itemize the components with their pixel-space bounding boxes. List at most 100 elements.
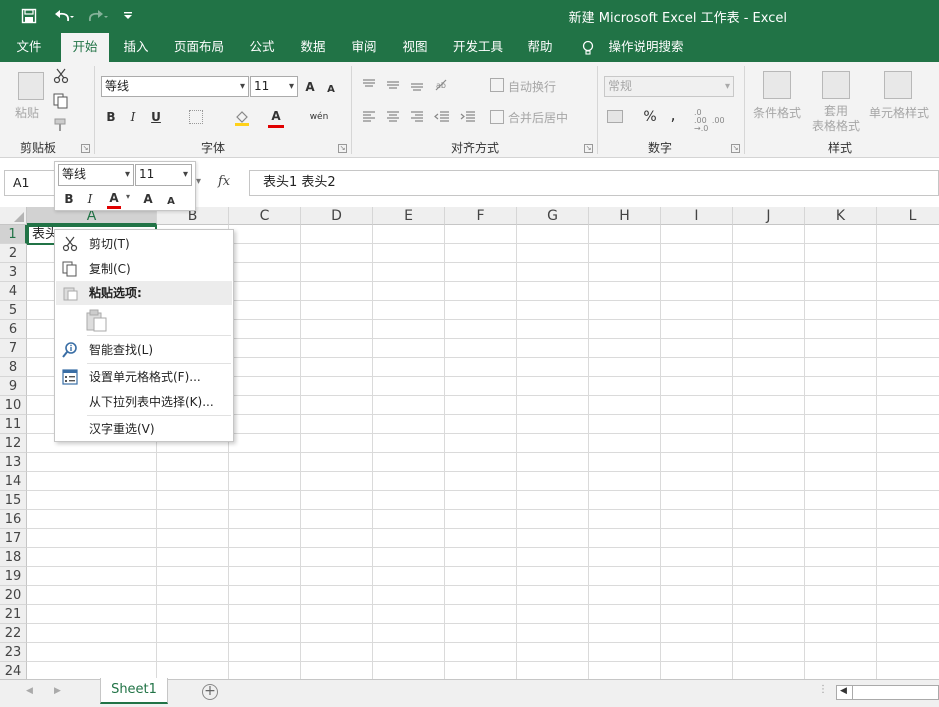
row-header-22[interactable]: 22 [0, 624, 27, 643]
column-header-g[interactable]: G [517, 207, 589, 225]
font-name-combo[interactable]: 等线 ▾ [101, 76, 249, 97]
shrink-font-button[interactable]: A [324, 79, 338, 99]
mini-font-color-button[interactable]: A [107, 188, 121, 208]
row-header-20[interactable]: 20 [0, 586, 27, 605]
row-header-7[interactable]: 7 [0, 339, 27, 358]
menu-item-copy[interactable]: 复制(C) [56, 257, 232, 281]
bold-button[interactable]: B [103, 107, 119, 127]
paste-button[interactable]: 粘贴 [15, 104, 39, 121]
merge-center-button[interactable]: 合并后居中 [508, 109, 568, 126]
row-header-4[interactable]: 4 [0, 282, 27, 301]
row-header-8[interactable]: 8 [0, 358, 27, 377]
clipboard-launcher-icon[interactable]: ↘ [81, 144, 90, 153]
column-header-k[interactable]: K [805, 207, 877, 225]
column-header-f[interactable]: F [445, 207, 517, 225]
row-header-6[interactable]: 6 [0, 320, 27, 339]
column-header-j[interactable]: J [733, 207, 805, 225]
menu-item-reconvert[interactable]: 汉字重选(V) [56, 417, 232, 441]
column-header-l[interactable]: L [877, 207, 939, 225]
tab-file[interactable]: 文件 [6, 33, 52, 62]
row-header-9[interactable]: 9 [0, 377, 27, 396]
fill-color-icon[interactable] [233, 108, 251, 126]
number-launcher-icon[interactable]: ↘ [731, 144, 740, 153]
italic-button[interactable]: I [126, 107, 140, 127]
row-header-15[interactable]: 15 [0, 491, 27, 510]
menu-item-smart-lookup[interactable]: 智能查找(L) [56, 338, 232, 362]
column-header-c[interactable]: C [229, 207, 301, 225]
tab-help[interactable]: 帮助 [518, 33, 562, 62]
comma-button[interactable]: , [666, 104, 680, 124]
cell-styles-icon[interactable] [884, 71, 912, 99]
row-header-1[interactable]: 1 [0, 225, 27, 244]
horizontal-align-icons[interactable] [362, 110, 482, 124]
formula-input[interactable]: 表头1 表头2 [249, 170, 939, 196]
number-format-combo[interactable]: 常规 ▾ [604, 76, 734, 97]
font-size-combo[interactable]: 11 ▾ [250, 76, 298, 97]
tab-view[interactable]: 视图 [393, 33, 437, 62]
cut-icon[interactable] [53, 68, 69, 84]
chevron-down-icon[interactable]: ▾ [196, 176, 201, 187]
format-painter-icon[interactable] [53, 117, 69, 133]
copy-icon[interactable] [53, 93, 69, 109]
decimal-buttons[interactable]: .0.00 .00 →.0 [694, 108, 734, 133]
font-color-button[interactable]: A [268, 106, 284, 126]
mini-size-combo[interactable]: 11 ▾ [135, 164, 192, 186]
menu-item-cut[interactable]: 剪切(T) [56, 232, 232, 256]
row-header-13[interactable]: 13 [0, 453, 27, 472]
row-header-18[interactable]: 18 [0, 548, 27, 567]
tab-home[interactable]: 开始 [61, 33, 109, 62]
mini-font-combo[interactable]: 等线 ▾ [58, 164, 134, 186]
column-header-d[interactable]: D [301, 207, 373, 225]
alignment-launcher-icon[interactable]: ↘ [584, 144, 593, 153]
name-box[interactable]: A1 [4, 170, 58, 196]
font-launcher-icon[interactable]: ↘ [338, 144, 347, 153]
format-table-icon[interactable] [822, 71, 850, 99]
grow-font-button[interactable]: A [302, 77, 318, 97]
currency-icon[interactable] [607, 110, 623, 123]
cell-styles-button[interactable]: 单元格样式 [866, 104, 932, 121]
underline-button[interactable]: U [148, 107, 164, 127]
row-header-23[interactable]: 23 [0, 643, 27, 662]
column-header-i[interactable]: I [661, 207, 733, 225]
row-header-11[interactable]: 11 [0, 415, 27, 434]
row-header-2[interactable]: 2 [0, 244, 27, 263]
vertical-align-icons[interactable]: ab [362, 78, 472, 92]
tab-page-layout[interactable]: 页面布局 [166, 33, 232, 62]
row-header-21[interactable]: 21 [0, 605, 27, 624]
row-header-3[interactable]: 3 [0, 263, 27, 282]
scroll-left-icon[interactable]: ◀ [26, 686, 33, 696]
borders-icon[interactable] [189, 110, 203, 124]
phonetic-button[interactable]: wén [309, 107, 329, 127]
mini-bold-button[interactable]: B [62, 189, 76, 209]
column-header-e[interactable]: E [373, 207, 445, 225]
column-header-h[interactable]: H [589, 207, 661, 225]
conditional-format-icon[interactable] [763, 71, 791, 99]
mini-italic-button[interactable]: I [84, 189, 96, 209]
horizontal-scrollbar[interactable]: ◀ [836, 685, 939, 700]
chevron-down-icon[interactable]: ▾ [126, 192, 130, 201]
row-header-17[interactable]: 17 [0, 529, 27, 548]
scroll-left-icon[interactable]: ◀ [840, 686, 847, 696]
mini-grow-button[interactable]: A [141, 189, 155, 209]
tab-review[interactable]: 审阅 [342, 33, 386, 62]
tab-data[interactable]: 数据 [291, 33, 335, 62]
row-header-14[interactable]: 14 [0, 472, 27, 491]
mini-shrink-button[interactable]: A [165, 191, 177, 211]
sheet-tab-sheet1[interactable]: Sheet1 [100, 678, 168, 704]
add-sheet-button[interactable]: + [202, 684, 218, 700]
increase-decimal-icon[interactable]: .0.00 [694, 108, 707, 125]
row-header-16[interactable]: 16 [0, 510, 27, 529]
row-header-10[interactable]: 10 [0, 396, 27, 415]
conditional-format-button[interactable]: 条件格式 [751, 104, 803, 121]
row-header-12[interactable]: 12 [0, 434, 27, 453]
menu-item-format-cells[interactable]: 设置单元格格式(F)... [56, 365, 232, 389]
scroll-right-icon[interactable]: ▶ [54, 686, 61, 696]
menu-item-pick-from-list[interactable]: 从下拉列表中选择(K)... [56, 390, 232, 414]
percent-button[interactable]: % [642, 107, 658, 127]
paste-option-icon[interactable] [86, 309, 108, 333]
row-header-5[interactable]: 5 [0, 301, 27, 320]
wrap-text-button[interactable]: 自动换行 [508, 78, 556, 95]
tell-me-search[interactable]: 操作说明搜索 [603, 33, 689, 62]
paste-icon[interactable] [18, 72, 44, 100]
format-table-button[interactable]: 套用 表格格式 [806, 104, 866, 134]
